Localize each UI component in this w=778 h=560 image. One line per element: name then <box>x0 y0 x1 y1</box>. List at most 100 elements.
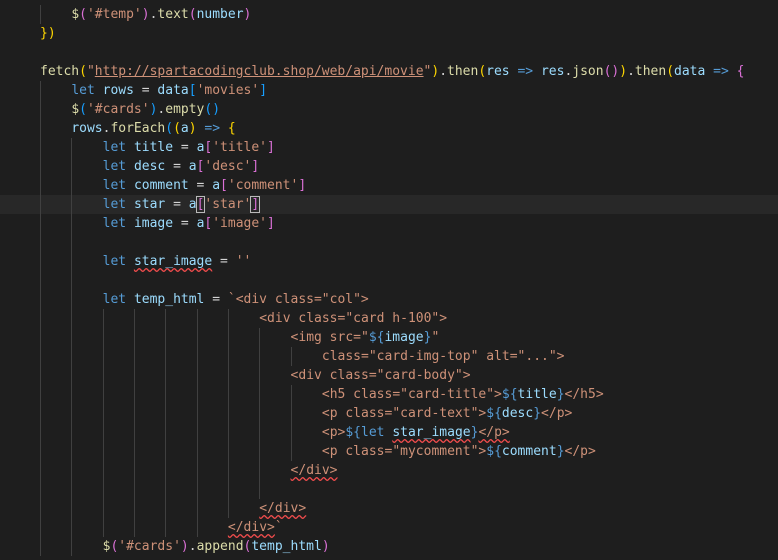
code-content: let rows = data['movies'] <box>71 81 267 100</box>
code-token: }) <box>40 26 56 41</box>
code-line[interactable] <box>0 233 778 252</box>
code-line[interactable]: <img src="${image}" <box>0 328 778 347</box>
code-token: let <box>102 216 134 231</box>
indent-guide <box>102 366 104 385</box>
indent-guide <box>71 176 73 195</box>
code-token: '#temp' <box>86 7 142 22</box>
indent-guide <box>259 461 261 480</box>
indent-guide <box>227 442 229 461</box>
code-line[interactable]: let rows = data['movies'] <box>0 81 778 100</box>
code-token: 'star' <box>204 197 252 212</box>
code-token: " <box>431 330 440 345</box>
code-token: ) <box>188 121 197 136</box>
code-token: } <box>556 387 565 402</box>
indent-guide <box>102 442 104 461</box>
indent-guide <box>133 328 135 347</box>
indent-guide <box>71 404 73 423</box>
indent-guide <box>165 309 167 328</box>
code-line[interactable]: $('#cards').empty() <box>0 100 778 119</box>
indent-guide <box>40 328 41 347</box>
code-line[interactable]: let title = a['title'] <box>0 138 778 157</box>
code-token: image <box>133 216 174 231</box>
indent-guide <box>71 290 73 309</box>
indent-guide <box>196 366 198 385</box>
code-line[interactable]: <p>${let star_image}</p> <box>0 423 778 442</box>
code-token: append <box>196 539 244 554</box>
code-token: image <box>384 330 424 345</box>
code-token: } <box>556 444 565 459</box>
indent-guide <box>102 423 104 442</box>
code-line[interactable]: <div class="card h-100"> <box>0 309 778 328</box>
code-line[interactable]: <p class="mycomment">${comment}</p> <box>0 442 778 461</box>
code-line[interactable]: <p class="card-text">${desc}</p> <box>0 404 778 423</box>
indent-guide <box>40 138 41 157</box>
code-token: ${ <box>486 444 502 459</box>
code-token: title <box>517 387 557 402</box>
indent-guide <box>165 385 167 404</box>
indent-guide <box>227 347 229 366</box>
indent-guide <box>102 404 104 423</box>
code-token: </div> <box>290 463 338 478</box>
code-line[interactable] <box>0 271 778 290</box>
code-line[interactable] <box>0 43 778 62</box>
code-token: then <box>634 64 667 79</box>
code-token: </div> <box>259 501 307 516</box>
code-token: `<div class="col"> <box>227 292 369 307</box>
indent-guide <box>71 347 73 366</box>
code-token: rows <box>102 83 134 98</box>
code-token: temp_html <box>251 539 322 554</box>
indent-guide <box>71 461 73 480</box>
code-token: ${ <box>368 330 385 345</box>
code-line[interactable]: <h5 class="card-title">${title}</h5> <box>0 385 778 404</box>
code-line[interactable]: let comment = a['comment'] <box>0 176 778 195</box>
code-line[interactable]: let star = a['star'] <box>0 195 778 214</box>
code-token: $ <box>71 102 80 117</box>
code-token: ] <box>250 196 261 213</box>
code-token: = <box>204 292 228 307</box>
code-line[interactable]: fetch("http://spartacodingclub.shop/web/… <box>0 62 778 81</box>
code-token: 'movies' <box>196 83 260 98</box>
code-content: <p class="card-text">${desc}</p> <box>322 404 572 423</box>
code-content: $('#cards').empty() <box>71 100 220 119</box>
code-line[interactable]: rows.forEach((a) => { <box>0 119 778 138</box>
code-line[interactable]: $('#temp').text(number) <box>0 5 778 24</box>
code-token: let <box>102 159 134 174</box>
code-line[interactable]: </div> <box>0 499 778 518</box>
indent-guide <box>71 518 73 537</box>
indent-guide <box>259 347 261 366</box>
code-line[interactable]: </div> <box>0 461 778 480</box>
code-editor[interactable]: $('#temp').text(number)}) fetch("http://s… <box>0 0 778 560</box>
indent-guide <box>40 290 41 309</box>
code-line[interactable]: }) <box>0 24 778 43</box>
indent-guide <box>196 442 198 461</box>
indent-guide <box>227 404 229 423</box>
code-token: ] <box>267 140 275 155</box>
indent-guide <box>71 537 73 556</box>
indent-guide <box>40 442 41 461</box>
code-content: let star_image = '' <box>103 252 252 271</box>
code-token: () <box>204 102 221 117</box>
code-line[interactable]: <div class="card-body"> <box>0 366 778 385</box>
code-line[interactable] <box>0 480 778 499</box>
code-line[interactable]: $('#cards').append(temp_html) <box>0 537 778 556</box>
indent-guide <box>71 309 73 328</box>
code-token: </p> <box>478 425 510 440</box>
code-line[interactable]: </div>` <box>0 518 778 537</box>
code-line[interactable]: let temp_html = `<div class="col"> <box>0 290 778 309</box>
indent-guide <box>40 461 41 480</box>
code-token: () <box>603 64 620 79</box>
code-line[interactable]: let image = a['image'] <box>0 214 778 233</box>
code-token: " <box>86 64 95 79</box>
code-line[interactable]: let star_image = '' <box>0 252 778 271</box>
code-token: '#cards' <box>86 102 150 117</box>
indent-guide <box>227 385 229 404</box>
code-token: let <box>102 197 134 212</box>
code-token: fetch <box>40 64 80 79</box>
indent-guide <box>71 214 73 233</box>
indent-guide <box>259 366 261 385</box>
indent-guide <box>165 328 167 347</box>
code-line[interactable]: let desc = a['desc'] <box>0 157 778 176</box>
code-line[interactable]: class="card-img-top" alt="..."> <box>0 347 778 366</box>
code-token: => <box>196 121 228 136</box>
code-token: ] <box>298 178 307 193</box>
